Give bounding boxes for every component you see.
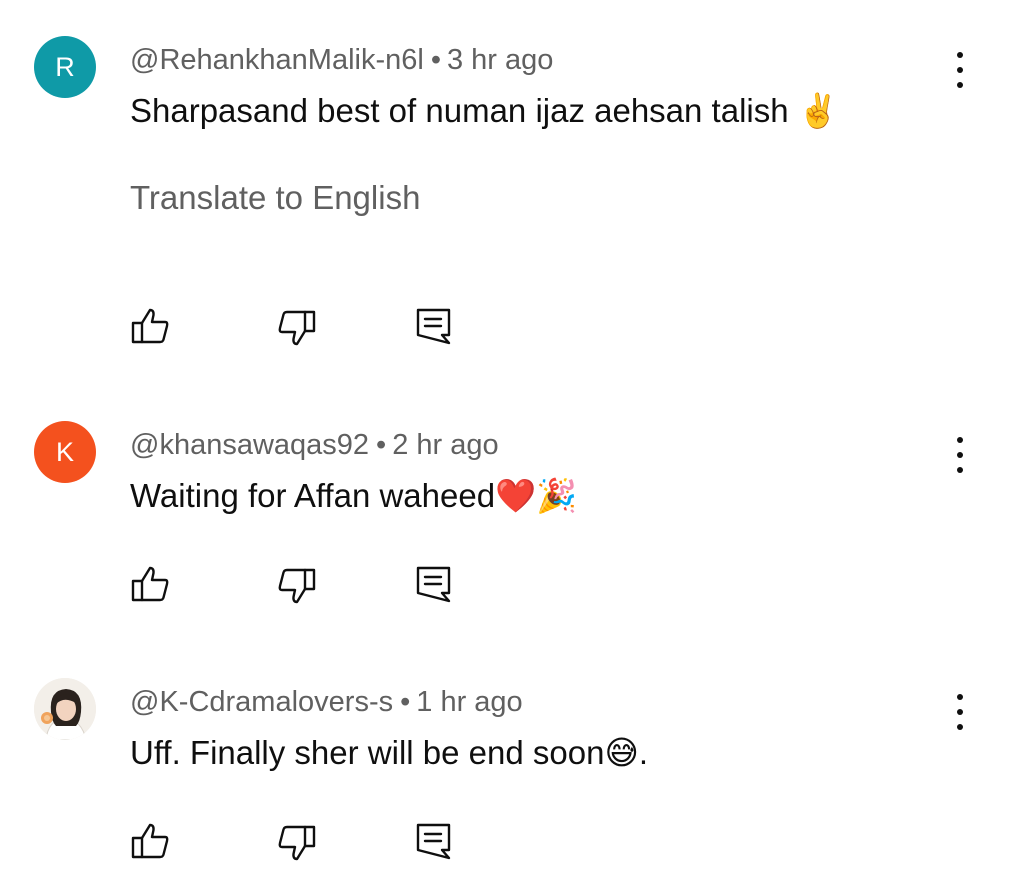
profile-photo-image xyxy=(34,678,96,740)
comment-author[interactable]: @K-Cdramalovers-s xyxy=(130,686,393,718)
reply-comment-icon[interactable] xyxy=(414,821,454,861)
comment-text: Waiting for Affan waheed❤️🎉 xyxy=(130,475,577,517)
comment-time: 3 hr ago xyxy=(446,44,554,76)
comment-body: Sharpasand best of numan ijaz aehsan tal… xyxy=(130,92,789,129)
avatar[interactable]: K xyxy=(34,421,96,483)
comment-text: Sharpasand best of numan ijaz aehsan tal… xyxy=(130,90,839,132)
avatar-letter: R xyxy=(55,51,75,82)
more-vert-icon[interactable] xyxy=(942,50,978,90)
meta-separator: • xyxy=(376,429,387,461)
meta-separator: • xyxy=(400,686,411,718)
sweat-smile-emoji: 😅 xyxy=(604,733,639,772)
thumbs-up-icon[interactable] xyxy=(130,306,170,346)
reply-comment-icon[interactable] xyxy=(414,564,454,604)
thumbs-up-icon[interactable] xyxy=(130,564,170,604)
comment-text: Uff. Finally sher will be end soon😅. xyxy=(130,732,648,774)
victory-hand-emoji: ✌️ xyxy=(797,91,839,130)
comment-meta: @K-Cdramalovers-s • 1 hr ago xyxy=(130,684,523,720)
heart-party-emoji: ❤️🎉 xyxy=(495,476,578,515)
comment-time: 1 hr ago xyxy=(416,686,523,718)
more-vert-icon[interactable] xyxy=(942,435,978,475)
comment-author[interactable]: @RehankhanMalik-n6l xyxy=(130,44,424,76)
thumbs-down-icon[interactable] xyxy=(277,308,317,348)
avatar-letter: K xyxy=(55,436,74,467)
comment-meta: @RehankhanMalik-n6l • 3 hr ago xyxy=(130,42,553,78)
comment-body: Waiting for Affan waheed xyxy=(130,477,496,514)
thumbs-up-icon[interactable] xyxy=(130,821,170,861)
comment-time: 2 hr ago xyxy=(392,429,499,461)
meta-separator: • xyxy=(430,44,441,76)
translate-link[interactable]: Translate to English xyxy=(130,177,420,219)
comment-body-suffix: . xyxy=(638,734,649,771)
thumbs-down-icon[interactable] xyxy=(277,823,317,863)
comment-author[interactable]: @khansawaqas92 xyxy=(130,429,369,461)
avatar[interactable]: R xyxy=(34,36,96,98)
avatar-photo[interactable] xyxy=(34,678,96,740)
comment-body: Uff. Finally sher will be end soon xyxy=(130,734,605,771)
thumbs-down-icon[interactable] xyxy=(277,566,317,606)
comment-meta: @khansawaqas92 • 2 hr ago xyxy=(130,427,499,463)
reply-comment-icon[interactable] xyxy=(414,306,454,346)
more-vert-icon[interactable] xyxy=(942,692,978,732)
